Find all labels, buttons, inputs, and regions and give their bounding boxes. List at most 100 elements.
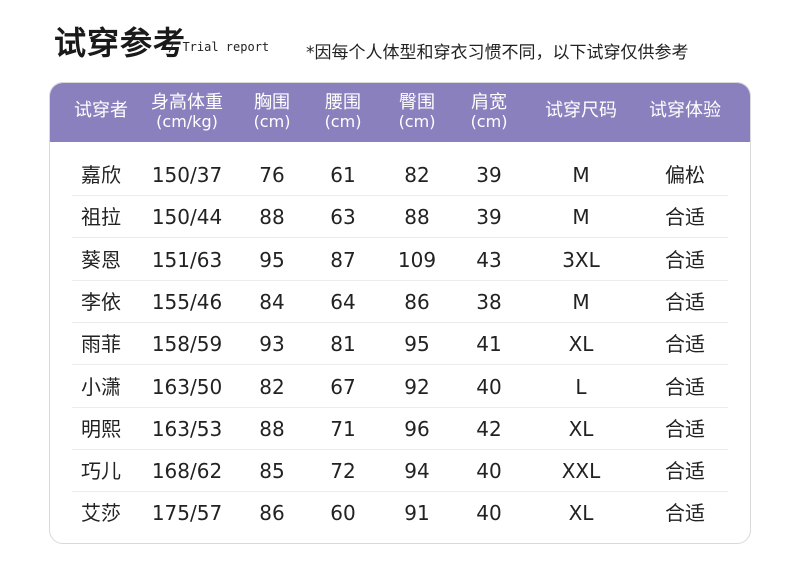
- table-row: 李依 155/46 84 64 86 38 M 合适: [50, 281, 750, 323]
- cell-waist: 63: [330, 205, 356, 230]
- cell-height-weight: 150/44: [151, 205, 223, 230]
- cell-fit-experience: 合适: [665, 289, 705, 314]
- cell-size: XXL: [561, 459, 601, 484]
- cell-fit-experience: 合适: [665, 205, 705, 230]
- cell-shoulder: 43: [476, 247, 502, 272]
- cell-tester: 艾莎: [81, 501, 121, 526]
- cell-shoulder: 40: [476, 459, 502, 484]
- cell-chest: 88: [259, 416, 285, 441]
- cell-height-weight: 150/37: [151, 163, 223, 187]
- cell-size: M: [572, 205, 590, 230]
- cell-size: M: [572, 289, 590, 314]
- cell-size: XL: [568, 501, 594, 526]
- cell-tester: 葵恩: [81, 247, 121, 272]
- cell-height-weight: 158/59: [151, 332, 223, 357]
- cell-fit-experience: 合适: [665, 332, 705, 357]
- cell-chest: 84: [259, 289, 285, 314]
- column-header-label: 试穿体验: [649, 100, 721, 121]
- cell-height-weight: 155/46: [151, 289, 223, 314]
- cell-hip: 88: [404, 205, 430, 230]
- table-row: 明熙 163/53 88 71 96 42 XL 合适: [50, 408, 750, 450]
- column-header-label: 试穿尺码: [545, 100, 617, 121]
- cell-tester: 祖拉: [81, 205, 121, 230]
- cell-waist: 61: [330, 163, 356, 187]
- cell-shoulder: 38: [476, 289, 502, 314]
- column-header-unit: (cm/kg): [156, 112, 218, 131]
- table-row: 葵恩 151/63 95 87 109 43 3XL 合适: [50, 239, 750, 281]
- cell-height-weight: 168/62: [151, 459, 223, 484]
- column-header-size: 试穿尺码: [545, 83, 617, 142]
- cell-tester: 小潇: [81, 374, 121, 399]
- cell-tester: 巧儿: [81, 459, 121, 484]
- column-header-unit: (cm): [470, 112, 508, 131]
- cell-hip: 82: [404, 163, 430, 187]
- table-row: 祖拉 150/44 88 63 88 39 M 合适: [50, 196, 750, 239]
- cell-chest: 85: [259, 459, 285, 484]
- cell-shoulder: 42: [476, 416, 502, 441]
- cell-chest: 88: [259, 205, 285, 230]
- cell-height-weight: 151/63: [151, 247, 223, 272]
- cell-shoulder: 41: [476, 332, 502, 357]
- cell-waist: 64: [330, 289, 356, 314]
- cell-hip: 94: [404, 459, 430, 484]
- column-header-label: 身高体重: [151, 92, 223, 113]
- cell-shoulder: 39: [476, 163, 502, 187]
- column-header-fit-experience: 试穿体验: [649, 83, 721, 142]
- cell-chest: 76: [259, 163, 285, 187]
- cell-fit-experience: 合适: [665, 374, 705, 399]
- cell-waist: 71: [330, 416, 356, 441]
- column-header-tester: 试穿者: [74, 83, 128, 142]
- cell-tester: 雨菲: [81, 332, 121, 357]
- table-row: 艾莎 175/57 86 60 91 40 XL 合适: [50, 492, 750, 534]
- page-title: 试穿参考: [54, 24, 187, 62]
- size-table-panel: 试穿者 身高体重 (cm/kg) 胸围 (cm) 腰围 (cm) 臀围 (cm) 肩宽 (cm) 试穿…: [49, 82, 751, 544]
- cell-chest: 82: [259, 374, 285, 399]
- cell-hip: 91: [404, 501, 430, 526]
- cell-height-weight: 163/53: [151, 416, 223, 441]
- cell-shoulder: 39: [476, 205, 502, 230]
- cell-height-weight: 163/50: [151, 374, 223, 399]
- column-header-height-weight: 身高体重 (cm/kg): [151, 83, 223, 142]
- table-row: 巧儿 168/62 85 72 94 40 XXL 合适: [50, 450, 750, 493]
- table-row: 嘉欣 150/37 76 61 82 39 M 偏松: [50, 154, 750, 196]
- cell-fit-experience: 偏松: [665, 163, 705, 187]
- column-header-shoulder: 肩宽 (cm): [471, 83, 508, 142]
- column-header-label: 臀围: [399, 92, 435, 113]
- cell-chest: 95: [259, 247, 285, 272]
- cell-tester: 明熙: [81, 416, 121, 441]
- table-row: 雨菲 158/59 93 81 95 41 XL 合适: [50, 323, 750, 366]
- cell-hip: 86: [404, 289, 430, 314]
- cell-size: M: [572, 163, 590, 187]
- cell-hip: 109: [397, 247, 437, 272]
- cell-chest: 86: [259, 501, 285, 526]
- cell-hip: 96: [404, 416, 430, 441]
- column-header-hip: 臀围 (cm): [399, 83, 436, 142]
- cell-hip: 92: [404, 374, 430, 399]
- cell-size: XL: [568, 416, 594, 441]
- cell-fit-experience: 合适: [665, 416, 705, 441]
- page-subtitle: / Trial report: [168, 40, 270, 54]
- cell-shoulder: 40: [476, 501, 502, 526]
- column-header-unit: (cm): [324, 112, 362, 131]
- column-header-label: 胸围: [254, 92, 290, 113]
- cell-fit-experience: 合适: [665, 501, 705, 526]
- cell-size: 3XL: [562, 247, 600, 272]
- column-header-label: 试穿者: [74, 100, 128, 121]
- cell-tester: 嘉欣: [81, 163, 121, 187]
- column-header-waist: 腰围 (cm): [325, 83, 362, 142]
- cell-fit-experience: 合适: [665, 459, 705, 484]
- cell-size: XL: [568, 332, 594, 357]
- cell-waist: 87: [330, 247, 356, 272]
- column-header-label: 肩宽: [471, 92, 507, 113]
- column-header-label: 腰围: [325, 92, 361, 113]
- cell-size: L: [575, 374, 587, 399]
- column-header-unit: (cm): [253, 112, 291, 131]
- cell-tester: 李依: [81, 289, 121, 314]
- column-header-chest: 胸围 (cm): [254, 83, 291, 142]
- disclaimer-note: *因每个人体型和穿衣习惯不同，以下试穿仅供参考: [306, 43, 689, 63]
- cell-fit-experience: 合适: [665, 247, 705, 272]
- cell-chest: 93: [259, 332, 285, 357]
- column-header-unit: (cm): [398, 112, 436, 131]
- cell-waist: 81: [330, 332, 356, 357]
- table-row: 小潇 163/50 82 67 92 40 L 合适: [50, 366, 750, 408]
